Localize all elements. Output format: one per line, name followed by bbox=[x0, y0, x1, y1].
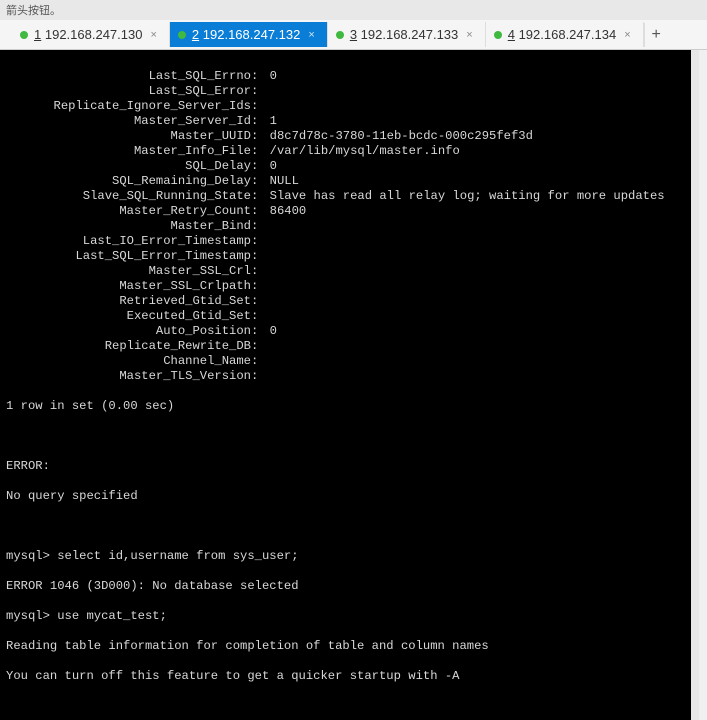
tab-num: 1 bbox=[34, 27, 41, 42]
tab-bar: 1 192.168.247.130 × 2 192.168.247.132 × … bbox=[0, 20, 707, 50]
no-query-msg: No query specified bbox=[6, 489, 685, 504]
blank-line bbox=[6, 429, 685, 444]
blank-line bbox=[6, 699, 685, 714]
row-set-msg: 1 row in set (0.00 sec) bbox=[6, 399, 685, 414]
close-icon[interactable]: × bbox=[622, 29, 632, 41]
status-line: Master_Info_File: /var/lib/mysql/master.… bbox=[6, 144, 685, 159]
tab-ip: 192.168.247.132 bbox=[203, 27, 301, 42]
turn-off-hint: You can turn off this feature to get a q… bbox=[6, 669, 685, 684]
add-tab-button[interactable]: + bbox=[644, 23, 668, 47]
tab-ip: 192.168.247.130 bbox=[45, 27, 143, 42]
status-line: Channel_Name: bbox=[6, 354, 685, 369]
error-1046: ERROR 1046 (3D000): No database selected bbox=[6, 579, 685, 594]
status-line: SQL_Delay: 0 bbox=[6, 159, 685, 174]
status-line: Master_TLS_Version: bbox=[6, 369, 685, 384]
tab-session-2[interactable]: 2 192.168.247.132 × bbox=[170, 22, 328, 47]
status-dot-icon bbox=[178, 31, 186, 39]
status-line: Master_Server_Id: 1 bbox=[6, 114, 685, 129]
status-line: Master_Bind: bbox=[6, 219, 685, 234]
status-line: SQL_Remaining_Delay: NULL bbox=[6, 174, 685, 189]
status-line: Last_SQL_Error: bbox=[6, 84, 685, 99]
reading-info: Reading table information for completion… bbox=[6, 639, 685, 654]
close-icon[interactable]: × bbox=[306, 29, 316, 41]
status-line: Last_IO_Error_Timestamp: bbox=[6, 234, 685, 249]
tab-num: 2 bbox=[192, 27, 199, 42]
status-line: Auto_Position: 0 bbox=[6, 324, 685, 339]
slave-status-block: Last_SQL_Errno: 0Last_SQL_Error: Replica… bbox=[6, 69, 685, 384]
status-line: Master_SSL_Crlpath: bbox=[6, 279, 685, 294]
mysql-prompt: mysql> use mycat_test; bbox=[6, 609, 685, 624]
terminal-output[interactable]: Last_SQL_Errno: 0Last_SQL_Error: Replica… bbox=[0, 50, 699, 720]
tab-session-3[interactable]: 3 192.168.247.133 × bbox=[328, 22, 486, 47]
close-icon[interactable]: × bbox=[148, 29, 158, 41]
status-line: Retrieved_Gtid_Set: bbox=[6, 294, 685, 309]
window-caption: 箭头按钮。 bbox=[0, 0, 707, 20]
status-line: Last_SQL_Errno: 0 bbox=[6, 69, 685, 84]
tab-session-1[interactable]: 1 192.168.247.130 × bbox=[12, 22, 170, 47]
status-line: Master_Retry_Count: 86400 bbox=[6, 204, 685, 219]
error-label: ERROR: bbox=[6, 459, 685, 474]
tab-num: 3 bbox=[350, 27, 357, 42]
status-line: Master_SSL_Crl: bbox=[6, 264, 685, 279]
blank-line bbox=[6, 519, 685, 534]
status-dot-icon bbox=[336, 31, 344, 39]
close-icon[interactable]: × bbox=[464, 29, 474, 41]
status-line: Replicate_Rewrite_DB: bbox=[6, 339, 685, 354]
tab-ip: 192.168.247.134 bbox=[519, 27, 617, 42]
tab-ip: 192.168.247.133 bbox=[361, 27, 459, 42]
tab-session-4[interactable]: 4 192.168.247.134 × bbox=[486, 22, 644, 47]
status-line: Replicate_Ignore_Server_Ids: bbox=[6, 99, 685, 114]
mysql-prompt: mysql> select id,username from sys_user; bbox=[6, 549, 685, 564]
status-dot-icon bbox=[20, 31, 28, 39]
status-line: Master_UUID: d8c7d78c-3780-11eb-bcdc-000… bbox=[6, 129, 685, 144]
status-line: Executed_Gtid_Set: bbox=[6, 309, 685, 324]
tab-num: 4 bbox=[508, 27, 515, 42]
status-line: Last_SQL_Error_Timestamp: bbox=[6, 249, 685, 264]
status-line: Slave_SQL_Running_State: Slave has read … bbox=[6, 189, 685, 204]
status-dot-icon bbox=[494, 31, 502, 39]
